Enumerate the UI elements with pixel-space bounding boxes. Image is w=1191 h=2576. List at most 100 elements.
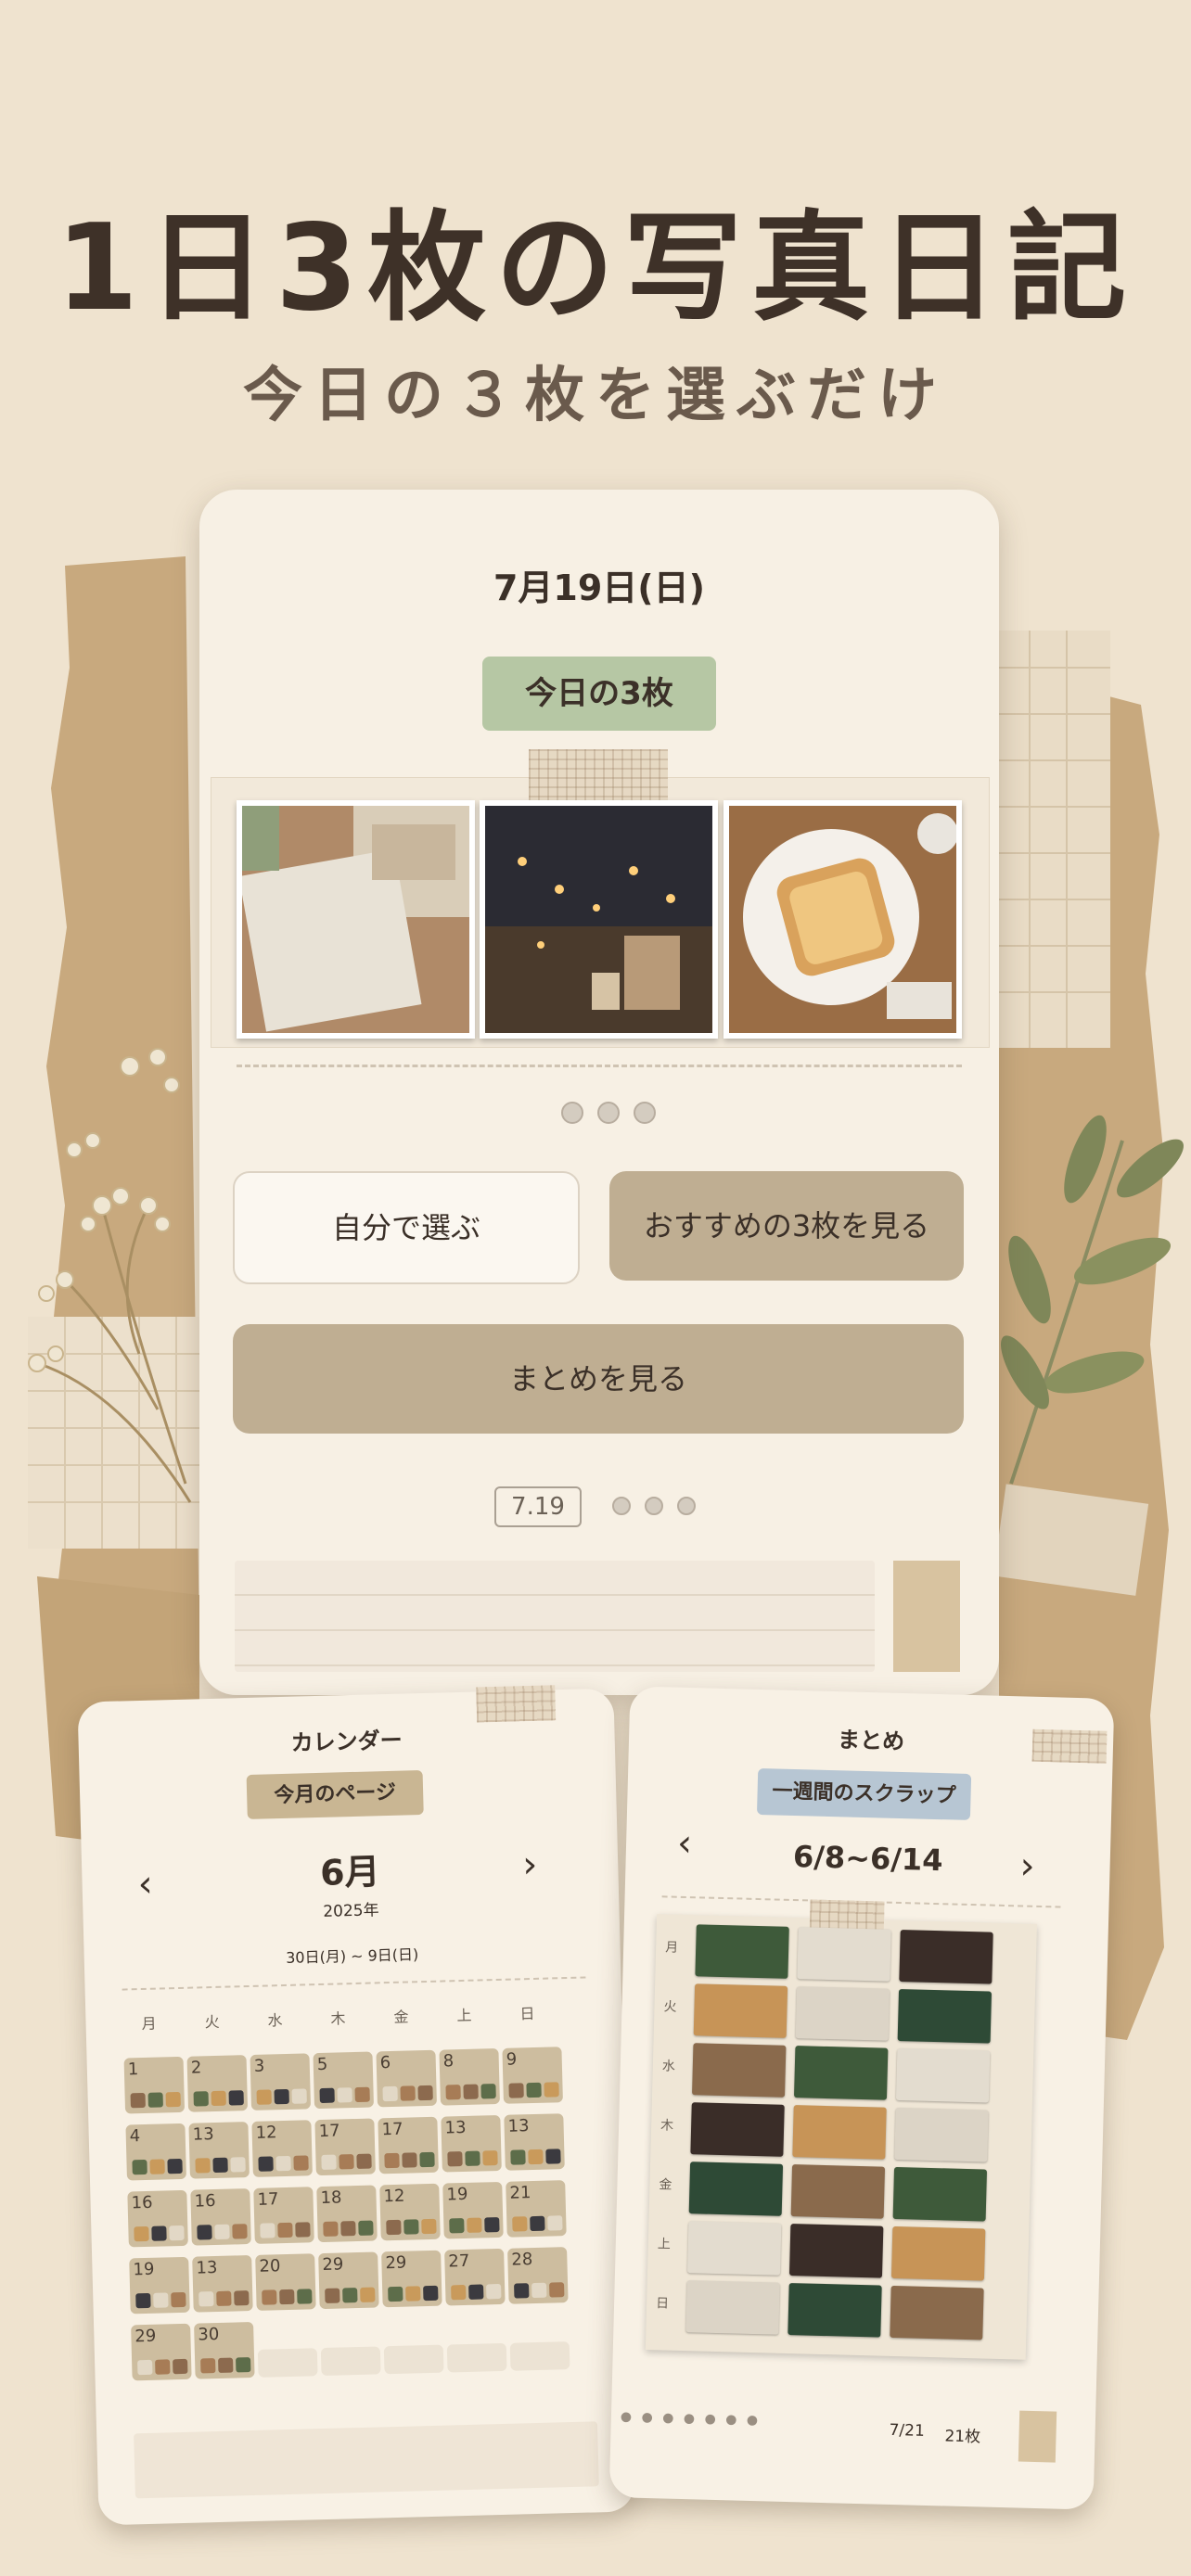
scrap-photo[interactable] [688, 2162, 784, 2216]
subheadline: 今日の３枚を選ぶだけ [243, 362, 948, 430]
choose-self-button[interactable]: 自分で選ぶ [233, 1171, 580, 1284]
day-thumbnail [277, 2222, 293, 2238]
calendar-day[interactable]: 12 [379, 2183, 441, 2241]
calendar-day[interactable]: 19 [129, 2256, 190, 2315]
day-thumbnail [388, 2286, 403, 2302]
photo-night-street[interactable] [480, 800, 718, 1039]
recommended-three-button[interactable]: おすすめの3枚を見る [609, 1171, 964, 1281]
calendar-day[interactable]: 13 [441, 2114, 502, 2173]
summary-button[interactable]: まとめを見る [233, 1324, 964, 1434]
calendar-day-number: 16 [131, 2192, 153, 2213]
calendar-day[interactable]: 29 [131, 2323, 192, 2381]
calendar-day[interactable]: 29 [318, 2251, 379, 2310]
photo-toast[interactable] [724, 800, 962, 1039]
day-thumbnail [291, 2088, 307, 2104]
weekday-label: 木 [660, 2118, 674, 2134]
calendar-day[interactable]: 8 [439, 2047, 500, 2106]
weekday-label: 火 [204, 2012, 220, 2032]
scrap-photo[interactable] [894, 2107, 989, 2162]
calendar-day[interactable]: 27 [444, 2248, 506, 2306]
day-thumbnail [323, 2221, 339, 2237]
scrap-photo[interactable] [895, 2047, 991, 2103]
scrap-photo[interactable] [695, 1924, 789, 1979]
calendar-day-number: 13 [192, 2124, 214, 2145]
calendar-day[interactable]: 1 [123, 2056, 186, 2114]
day-thumbnail [468, 2284, 484, 2300]
night-street-photo-image [485, 806, 712, 1033]
footer-count: 21枚 [944, 2427, 981, 2447]
calendar-day[interactable]: 30 [194, 2321, 255, 2379]
scrap-photo[interactable] [793, 2046, 889, 2100]
scrap-photo[interactable] [892, 2166, 988, 2222]
calendar-day[interactable]: 17 [253, 2187, 314, 2244]
calendar-day[interactable]: 20 [255, 2253, 316, 2311]
calendar-day[interactable]: 13 [504, 2113, 565, 2171]
scrap-photo[interactable] [690, 2102, 785, 2157]
weekday-label: 月 [141, 2014, 157, 2034]
day-thumbnail [342, 2288, 358, 2303]
mini-page-indicator [608, 1497, 700, 1519]
day-thumbnail [134, 2225, 149, 2242]
phone-screen: 7月19日(日) 今日の3枚 自分で選ぶ おすすめの3枚を見る まとめを見る 7… [199, 490, 999, 1695]
scrap-photo[interactable] [790, 2164, 886, 2219]
calendar-day[interactable]: 6 [376, 2049, 437, 2108]
day-thumbnail [354, 2086, 370, 2103]
calendar-day[interactable]: 4 [125, 2123, 186, 2181]
calendar-day[interactable]: 9 [502, 2047, 563, 2104]
calendar-day[interactable]: 12 [251, 2120, 313, 2177]
calendar-day[interactable]: 13 [188, 2122, 250, 2179]
mini-date-label: 7.19 [494, 1486, 582, 1527]
day-thumbnail [514, 2283, 530, 2299]
weekday-label: 金 [393, 2008, 409, 2026]
day-thumbnail [169, 2225, 185, 2241]
headline: 1日3枚の写真日記 [55, 199, 1136, 338]
calendar-day[interactable]: 16 [190, 2188, 251, 2246]
scrap-photo[interactable] [686, 2221, 782, 2276]
day-thumbnail [258, 2156, 274, 2172]
calendar-day[interactable]: 21 [506, 2180, 567, 2238]
scrap-photo[interactable] [899, 1930, 993, 1984]
scrap-photo[interactable] [692, 2043, 787, 2098]
day-thumbnail [234, 2290, 250, 2306]
day-thumbnail [339, 2154, 354, 2170]
day-thumbnail [421, 2218, 437, 2235]
day-thumbnail [262, 2289, 277, 2305]
scrap-photo[interactable] [890, 2225, 986, 2281]
weekday-label: 日 [655, 2296, 670, 2312]
calendar-day[interactable]: 2 [186, 2055, 249, 2112]
scrap-photo[interactable] [795, 1986, 890, 2041]
photo-notebook[interactable] [237, 800, 475, 1039]
day-thumbnail [340, 2221, 356, 2237]
day-thumbnail [526, 2082, 542, 2098]
calendar-day-number: 13 [507, 2116, 530, 2136]
scrap-photo[interactable] [788, 2224, 884, 2278]
footer-date: 7/21 [889, 2420, 926, 2441]
calendar-day[interactable]: 28 [507, 2247, 569, 2304]
day-thumbnail [275, 2155, 291, 2172]
calendar-day[interactable]: 19 [442, 2181, 504, 2239]
scrap-photo[interactable] [897, 1989, 992, 2044]
calendar-day-number: 19 [446, 2184, 468, 2205]
calendar-day-number: 12 [383, 2186, 405, 2207]
scrap-photo[interactable] [792, 2105, 887, 2160]
calendar-day[interactable]: 3 [250, 2053, 312, 2111]
calendar-day[interactable]: 5 [313, 2051, 375, 2110]
scrap-photo[interactable] [797, 1927, 891, 1982]
calendar-day[interactable]: 17 [378, 2116, 439, 2174]
calendar-day[interactable]: 17 [314, 2118, 376, 2176]
scrap-photo[interactable] [693, 1983, 788, 2038]
calendar-day[interactable]: 16 [127, 2189, 188, 2248]
day-thumbnail [337, 2087, 352, 2103]
day-thumbnail [214, 2224, 230, 2240]
page-dot [677, 1497, 697, 1515]
scrap-photo[interactable] [890, 2285, 984, 2340]
calendar-day-empty [320, 2346, 381, 2377]
calendar-day[interactable]: 13 [192, 2255, 253, 2313]
calendar-day[interactable]: 18 [316, 2185, 378, 2243]
calendar-day[interactable]: 29 [381, 2250, 442, 2308]
scrap-photo[interactable] [788, 2283, 882, 2338]
kraft-tag [893, 1561, 960, 1672]
scrap-photo[interactable] [685, 2280, 780, 2335]
weekday-label: 木 [330, 2009, 346, 2028]
day-thumbnail [195, 2158, 211, 2174]
